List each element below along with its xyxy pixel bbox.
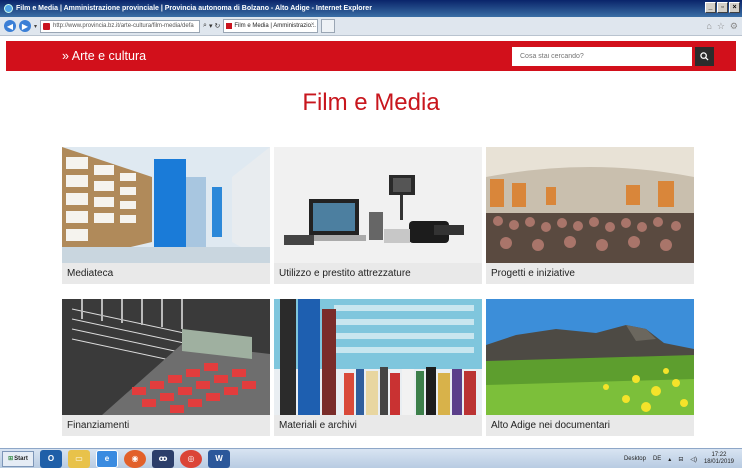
- forward-button[interactable]: ▶: [19, 20, 31, 32]
- file-explorer-icon[interactable]: ▭: [68, 449, 90, 468]
- tile-finanziamenti[interactable]: Finanziamenti: [62, 299, 270, 436]
- windows-taskbar: ⊞ Start O ▭ e ◉ ꝏ ◎ W Desktop DE ▴ ⊟ ◁) …: [0, 448, 742, 468]
- language-indicator[interactable]: DE: [653, 456, 661, 462]
- network-icon[interactable]: ⊟: [678, 456, 683, 463]
- landscape-image: [486, 299, 694, 415]
- internet-explorer-taskbar-icon[interactable]: e: [96, 449, 118, 468]
- history-dropdown-icon[interactable]: ▾: [34, 23, 37, 30]
- tile-alto-adige[interactable]: Alto Adige nei documentari: [486, 299, 694, 436]
- address-dropdown-icon[interactable]: ▾: [209, 22, 213, 30]
- browser-toolbar: ◀ ▶ ▾ http://www.provincia.bz.it/arte-cu…: [0, 17, 742, 36]
- firefox-icon[interactable]: ◉: [124, 449, 146, 468]
- search-button[interactable]: [695, 47, 714, 66]
- start-label: Start: [14, 455, 28, 462]
- new-tab-button[interactable]: [321, 19, 336, 33]
- section-link-arte-cultura[interactable]: » Arte e cultura: [62, 49, 146, 63]
- tile-materiali[interactable]: Materiali e archivi: [274, 299, 482, 436]
- tile-label: Progetti e iniziative: [486, 263, 694, 284]
- tile-mediateca[interactable]: Mediateca: [62, 147, 270, 284]
- tile-label: Utilizzo e prestito attrezzature: [274, 263, 482, 284]
- tile-progetti[interactable]: Progetti e iniziative: [486, 147, 694, 284]
- page-title: Film e Media: [302, 89, 440, 116]
- clock-time: 17:22: [711, 452, 727, 458]
- event-image: [486, 147, 694, 263]
- volume-icon[interactable]: ◁): [690, 456, 697, 463]
- outlook-icon[interactable]: O: [40, 449, 62, 468]
- close-window-button[interactable]: ×: [729, 2, 740, 13]
- favorites-star-icon[interactable]: ☆: [717, 21, 725, 32]
- system-tray: Desktop DE ▴ ⊟ ◁) 17:22 18/01/2019: [624, 452, 734, 466]
- chrome-icon[interactable]: ◎: [180, 449, 202, 468]
- start-button[interactable]: ⊞ Start: [2, 450, 34, 467]
- tile-attrezzature[interactable]: Utilizzo e prestito attrezzature: [274, 147, 482, 284]
- address-text: http://www.provincia.bz.it/arte-cultura/…: [53, 23, 194, 29]
- back-button[interactable]: ◀: [4, 20, 16, 32]
- browser-tab[interactable]: Film e Media | Amministrazio... ×: [223, 19, 319, 33]
- tile-label: Materiali e archivi: [274, 415, 482, 436]
- window-controls: _ ▫ ×: [705, 2, 740, 13]
- address-tools: ⌕ ▾ ↻: [203, 22, 220, 30]
- settings-gear-icon[interactable]: ⚙: [730, 21, 738, 32]
- tile-label: Finanziamenti: [62, 415, 270, 436]
- tab-favicon-icon: [226, 23, 233, 29]
- restore-button[interactable]: ▫: [717, 2, 728, 13]
- library-image: [62, 147, 270, 263]
- browser-right-icons: ⌂ ☆ ⚙: [706, 21, 738, 32]
- tile-label: Mediateca: [62, 263, 270, 284]
- tile-label: Alto Adige nei documentari: [486, 415, 694, 436]
- binoculars-icon[interactable]: ꝏ: [152, 449, 174, 468]
- word-icon[interactable]: W: [208, 449, 230, 468]
- search-icon: [700, 52, 709, 61]
- clock[interactable]: 17:22 18/01/2019: [704, 452, 734, 466]
- tab-label: Film e Media | Amministrazio...: [234, 23, 316, 29]
- minimize-button[interactable]: _: [705, 2, 716, 13]
- internet-explorer-icon: [4, 4, 13, 13]
- search-input[interactable]: [512, 47, 692, 66]
- refresh-icon[interactable]: ↻: [214, 22, 220, 30]
- calculator-image: [62, 299, 270, 415]
- clock-date: 18/01/2019: [703, 459, 734, 465]
- site-favicon-icon: [43, 22, 51, 30]
- windows-logo-icon: ⊞: [8, 456, 14, 462]
- home-icon[interactable]: ⌂: [706, 21, 711, 32]
- books-image: [274, 299, 482, 415]
- address-bar[interactable]: http://www.provincia.bz.it/arte-cultura/…: [40, 19, 201, 33]
- tab-close-icon[interactable]: ×: [311, 22, 315, 28]
- window-title: Film e Media | Amministrazione provincia…: [16, 5, 372, 12]
- tray-expand-icon[interactable]: ▴: [668, 456, 671, 463]
- equipment-image: [274, 147, 482, 263]
- window-title-bar: Film e Media | Amministrazione provincia…: [0, 0, 742, 17]
- site-header: » Arte e cultura: [6, 41, 736, 71]
- search-address-icon[interactable]: ⌕: [203, 22, 207, 30]
- desktop-toolbar-label[interactable]: Desktop: [624, 456, 646, 462]
